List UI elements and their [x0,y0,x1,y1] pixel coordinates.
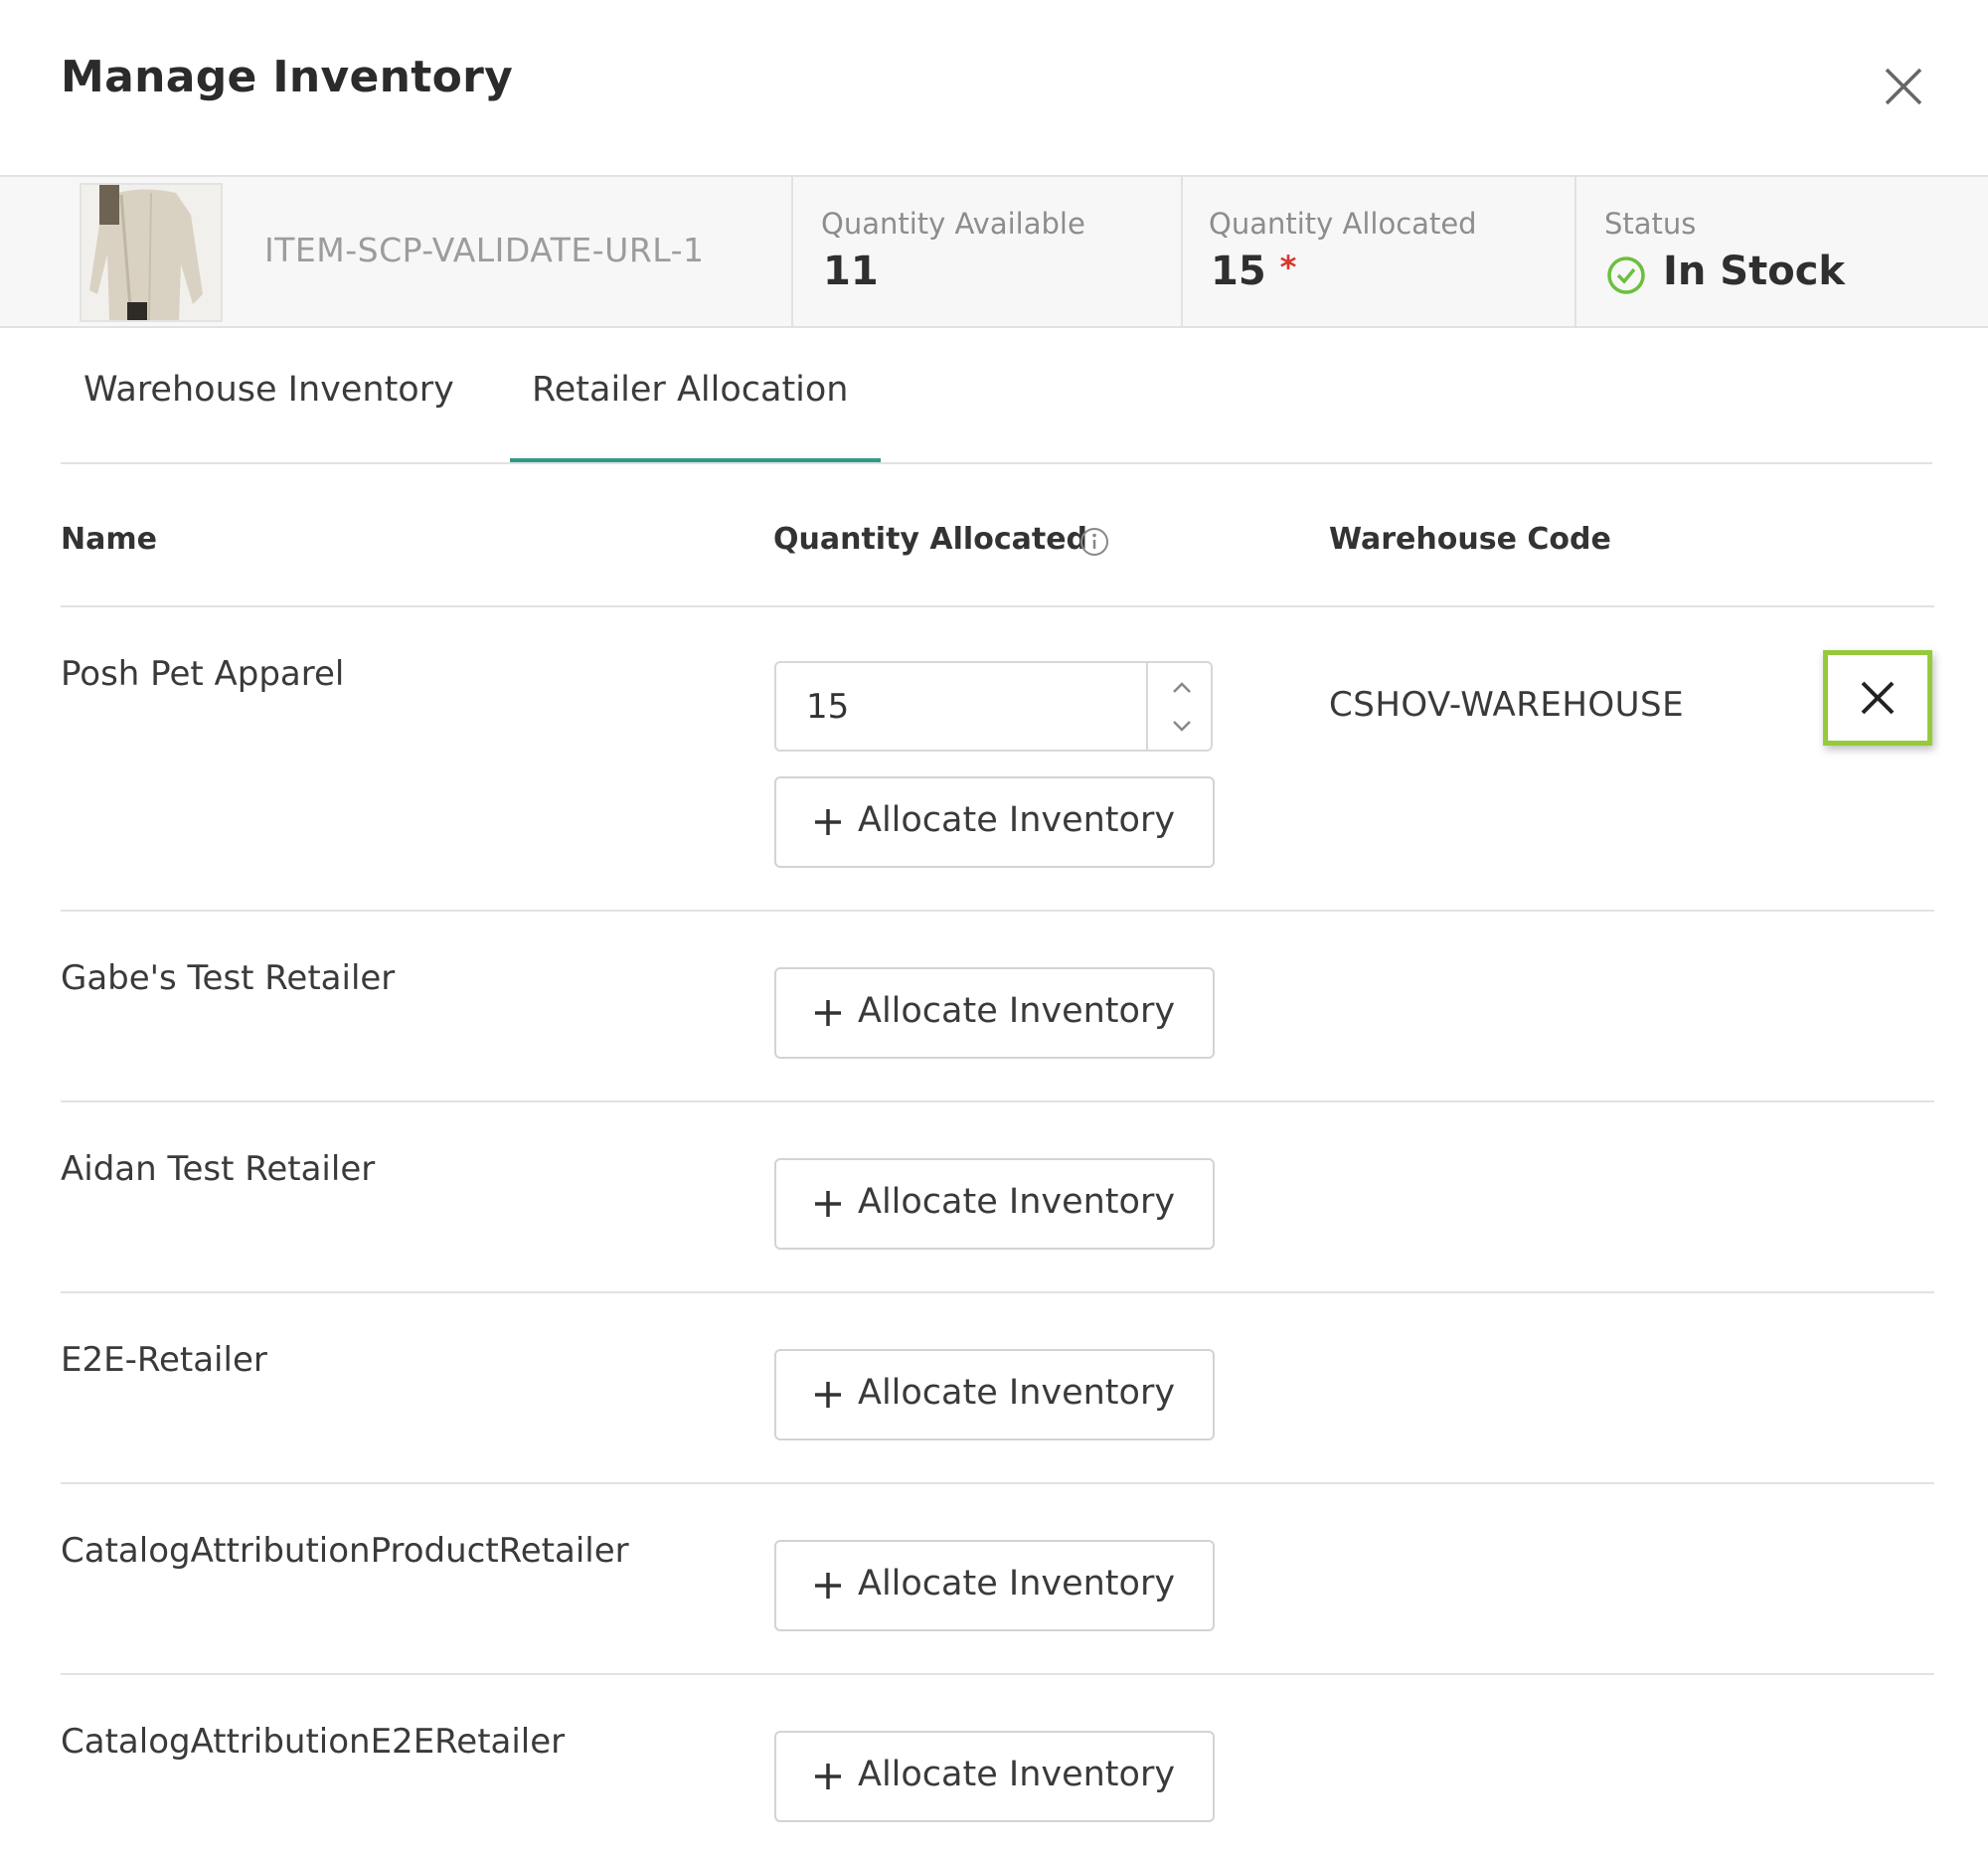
increment-button[interactable] [1164,673,1200,703]
column-header-warehouse-code: Warehouse Code [1329,522,1611,557]
allocate-inventory-button[interactable]: Allocate Inventory [774,1349,1215,1440]
column-header-name: Name [61,522,157,557]
divider [791,177,793,326]
info-icon[interactable] [1079,527,1109,557]
allocate-inventory-button[interactable]: Allocate Inventory [774,967,1215,1059]
close-dialog-button[interactable] [1879,62,1928,111]
remove-allocation-button[interactable] [1823,650,1932,746]
row-divider [61,910,1934,912]
divider [1574,177,1576,326]
allocate-inventory-label: Allocate Inventory [858,1373,1176,1413]
close-icon [1885,68,1922,105]
quantity-input-value[interactable]: 15 [806,687,849,727]
quantity-stepper[interactable]: 15 [774,661,1213,752]
plus-icon [815,1382,841,1408]
quantity-allocated-value: 15 * [1211,249,1296,294]
item-sku: ITEM-SCP-VALIDATE-URL-1 [264,231,705,269]
retailer-name: Posh Pet Apparel [61,654,345,694]
row-divider [61,1100,1934,1102]
header-divider [61,605,1934,607]
allocate-inventory-label: Allocate Inventory [858,1755,1176,1794]
row-divider [61,1482,1934,1484]
retailer-name: Aidan Test Retailer [61,1149,376,1189]
stepper-divider [1146,663,1148,750]
divider [1181,177,1183,326]
column-header-quantity-allocated: Quantity Allocated [773,522,1088,557]
active-tab-indicator [510,458,881,462]
plus-icon [815,1191,841,1217]
retailer-name: CatalogAttributionProductRetailer [61,1531,629,1571]
retailer-name: Gabe's Test Retailer [61,958,396,998]
chevron-up-icon [1173,682,1191,693]
allocate-inventory-label: Allocate Inventory [858,991,1176,1031]
quantity-allocated-label: Quantity Allocated [1209,207,1477,241]
quantity-available-label: Quantity Available [821,207,1085,241]
product-thumbnail [80,183,223,322]
allocate-inventory-button[interactable]: Allocate Inventory [774,776,1215,868]
decrement-button[interactable] [1164,711,1200,741]
status-badge: In Stock [1663,249,1846,294]
cardigan-image-icon [82,185,221,320]
dialog-title: Manage Inventory [61,52,514,102]
plus-icon [815,1573,841,1599]
plus-icon [815,1000,841,1026]
allocate-inventory-label: Allocate Inventory [858,800,1176,840]
tab-warehouse-inventory[interactable]: Warehouse Inventory [83,370,454,410]
allocate-inventory-label: Allocate Inventory [858,1182,1176,1222]
allocate-inventory-button[interactable]: Allocate Inventory [774,1158,1215,1250]
warehouse-code: CSHOV-WAREHOUSE [1329,685,1685,725]
check-circle-icon [1606,255,1646,295]
tab-retailer-allocation[interactable]: Retailer Allocation [532,370,849,410]
plus-icon [815,1764,841,1789]
plus-icon [815,809,841,835]
row-divider [61,1673,1934,1675]
item-summary-bar: ITEM-SCP-VALIDATE-URL-1 Quantity Availab… [0,175,1988,328]
allocate-inventory-button[interactable]: Allocate Inventory [774,1731,1215,1822]
retailer-name: E2E-Retailer [61,1340,267,1380]
quantity-available-value: 11 [823,249,879,294]
quantity-allocated-number: 15 [1211,249,1266,294]
allocate-inventory-label: Allocate Inventory [858,1564,1176,1604]
row-divider [61,1291,1934,1293]
close-icon [1861,681,1895,715]
tabs-divider [61,462,1932,464]
status-label: Status [1604,207,1697,241]
retailer-name: CatalogAttributionE2ERetailer [61,1722,566,1762]
allocate-inventory-button[interactable]: Allocate Inventory [774,1540,1215,1631]
chevron-down-icon [1173,721,1191,732]
required-marker: * [1279,249,1297,286]
